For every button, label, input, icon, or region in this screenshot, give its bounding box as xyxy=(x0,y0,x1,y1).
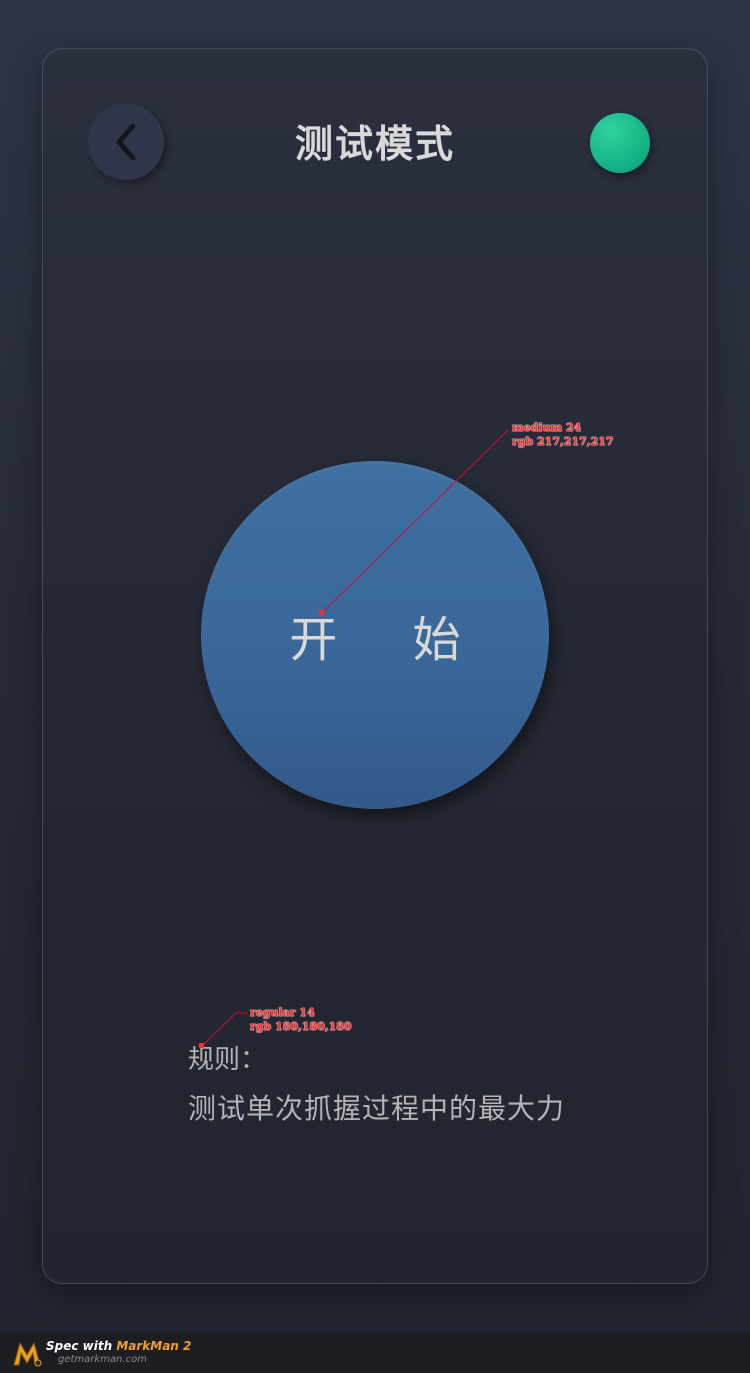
footer-url[interactable]: getmarkman.com xyxy=(58,1353,191,1367)
annotation-rules: regular 14 rgb 180,180,180 xyxy=(250,1006,352,1034)
status-indicator xyxy=(590,113,650,173)
markman-logo-icon xyxy=(13,1341,42,1367)
footer-brand: MarkMan 2 xyxy=(116,1339,192,1353)
markman-footer: Spec with MarkMan 2 getmarkman.com xyxy=(0,1333,750,1373)
annotation-rules-color: rgb 180,180,180 xyxy=(250,1020,352,1033)
annotation-start-font: medium 24 xyxy=(512,421,582,434)
start-button[interactable]: 开 始 xyxy=(201,461,549,809)
footer-spec-prefix: Spec with xyxy=(46,1339,117,1353)
annotation-rules-font: regular 14 xyxy=(250,1006,315,1019)
annotation-start: medium 24 rgb 217,217,217 xyxy=(512,421,614,449)
annotation-start-color: rgb 217,217,217 xyxy=(512,435,614,448)
main-card: 测试模式 开 始 规则： 测试单次抓握过程中的最大力 xyxy=(42,48,708,1284)
start-button-label: 开 始 xyxy=(289,612,491,668)
rules-title: 规则： xyxy=(188,1045,267,1075)
rules-description: 测试单次抓握过程中的最大力 xyxy=(188,1092,566,1125)
